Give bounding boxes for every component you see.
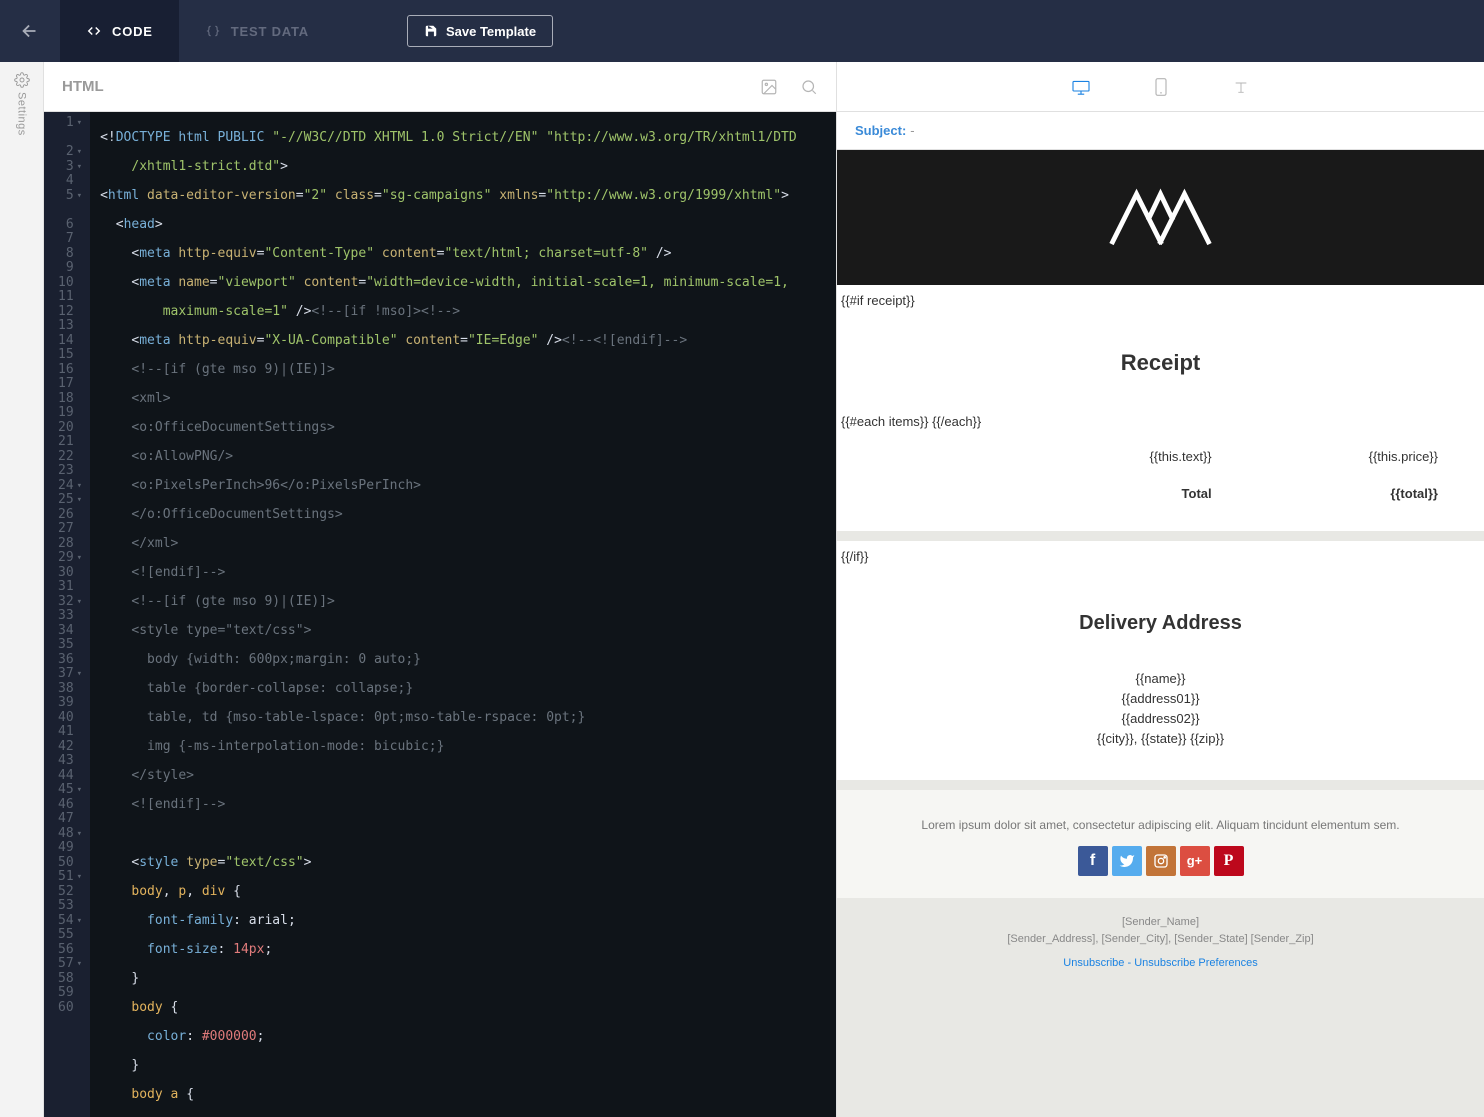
hb-endif: {{/if}} [837, 541, 1484, 572]
tab-testdata-label: TEST DATA [231, 24, 309, 39]
hb-each: {{#each items}} {{/each}} [837, 386, 1484, 437]
sidebar-settings-label[interactable]: Settings [16, 92, 28, 136]
preview-body[interactable]: {{#if receipt}} Receipt {{#each items}} … [837, 150, 1484, 1117]
instagram-icon[interactable] [1146, 846, 1176, 876]
editor-tools [760, 78, 818, 96]
item-price: {{this.price}} [1258, 439, 1482, 474]
unsubscribe-prefs-link[interactable]: Unsubscribe Preferences [1134, 957, 1258, 969]
search-icon[interactable] [800, 78, 818, 96]
table-row: {{this.text}} {{this.price}} [839, 439, 1482, 474]
back-button[interactable] [0, 0, 60, 62]
logo-icon [1103, 183, 1218, 253]
preview-pane: Subject: - {{#if receipt}} Receipt {{#ea… [836, 62, 1484, 1117]
item-text: {{this.text}} [839, 439, 1256, 474]
sender-name: [Sender_Name] [847, 914, 1474, 932]
save-button[interactable]: Save Template [407, 15, 553, 47]
delivery-heading: Delivery Address [837, 572, 1484, 669]
subject-value: - [910, 123, 914, 138]
unsubscribe-link[interactable]: Unsubscribe [1063, 957, 1124, 969]
twitter-icon[interactable] [1112, 846, 1142, 876]
googleplus-icon[interactable]: g+ [1180, 846, 1210, 876]
hero-logo [837, 150, 1484, 285]
tab-code[interactable]: CODE [60, 0, 179, 62]
total-label: Total [839, 476, 1256, 529]
addr-line1: {{address01}} [837, 689, 1484, 709]
addr-line2: {{address02}} [837, 709, 1484, 729]
addr-name: {{name}} [837, 669, 1484, 689]
sidebar: Settings [0, 62, 44, 1117]
save-icon [424, 24, 438, 38]
tab-test-data[interactable]: TEST DATA [179, 0, 335, 62]
save-label: Save Template [446, 24, 536, 39]
image-icon[interactable] [760, 78, 778, 96]
device-mobile[interactable] [1151, 77, 1171, 97]
device-text[interactable] [1231, 77, 1251, 97]
sender-info: [Sender_Name] [Sender_Address], [Sender_… [837, 898, 1484, 953]
unsub-sep: - [1124, 957, 1134, 969]
unsubscribe-row: Unsubscribe - Unsubscribe Preferences [837, 953, 1484, 981]
gear-icon[interactable] [14, 72, 30, 88]
receipt-table: {{this.text}} {{this.price}} Total {{tot… [837, 437, 1484, 531]
total-value: {{total}} [1258, 476, 1482, 529]
addr-city: {{city}}, {{state}} {{zip}} [837, 729, 1484, 749]
footer: Lorem ipsum dolor sit amet, consectetur … [837, 790, 1484, 898]
table-row-total: Total {{total}} [839, 476, 1482, 529]
email-preview: {{#if receipt}} Receipt {{#each items}} … [837, 150, 1484, 898]
pinterest-icon[interactable]: P [1214, 846, 1244, 876]
device-desktop[interactable] [1071, 77, 1091, 97]
sender-address: [Sender_Address], [Sender_City], [Sender… [847, 931, 1474, 949]
facebook-icon[interactable]: f [1078, 846, 1108, 876]
code-content[interactable]: <!DOCTYPE html PUBLIC "-//W3C//DTD XHTML… [90, 112, 836, 1117]
code-editor[interactable]: 1▾ 2▾3▾4 5▾ 6 7 8 9 10 11 12 13 14 15 16… [44, 112, 836, 1117]
braces-icon [205, 24, 221, 38]
delivery-address: {{name}} {{address01}} {{address02}} {{c… [837, 669, 1484, 780]
social-row: f g+ P [857, 846, 1464, 876]
workspace: Settings HTML 1▾ 2▾3▾4 5▾ 6 7 8 9 10 11 … [0, 62, 1484, 1117]
tab-code-label: CODE [112, 24, 153, 39]
editor-label: HTML [62, 78, 104, 95]
receipt-heading: Receipt [837, 316, 1484, 386]
section-gap [837, 531, 1484, 541]
line-gutter: 1▾ 2▾3▾4 5▾ 6 7 8 9 10 11 12 13 14 15 16… [44, 112, 90, 1117]
arrow-left-icon [19, 20, 41, 42]
subject-label: Subject: [855, 123, 906, 138]
editor-header: HTML [44, 62, 836, 112]
code-icon [86, 24, 102, 38]
editor-pane: HTML 1▾ 2▾3▾4 5▾ 6 7 8 9 10 11 12 13 14 … [44, 62, 836, 1117]
preview-device-toolbar [837, 62, 1484, 112]
section-gap [837, 780, 1484, 790]
subject-bar: Subject: - [837, 112, 1484, 150]
hb-if: {{#if receipt}} [837, 285, 1484, 316]
footer-text: Lorem ipsum dolor sit amet, consectetur … [857, 818, 1464, 832]
topbar: CODE TEST DATA Save Template [0, 0, 1484, 62]
